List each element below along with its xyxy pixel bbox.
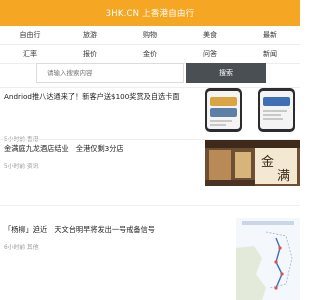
search-bar: 搜索 [0, 60, 300, 86]
article-title[interactable]: Andriod推八达通来了！新客户送$100奖赏及自选卡面 [4, 92, 180, 102]
divider [0, 205, 300, 206]
nav-item-food[interactable]: 美食 [180, 26, 240, 44]
article-item[interactable]: Andriod推八达通来了！新客户送$100奖赏及自选卡面 5小时前 香港 [0, 88, 300, 143]
search-input[interactable] [36, 63, 184, 83]
nav-row-1: 自由行 旅游 购物 美食 最新 [0, 26, 300, 45]
svg-text:满: 满 [277, 169, 290, 184]
article-image-hotel[interactable]: 金 满 [205, 140, 300, 186]
typhoon-track-map-image [236, 218, 300, 300]
article-title[interactable]: 「杨柳」迫近 天文台明早将发出一号戒备信号 [4, 225, 155, 235]
nav-item-free-travel[interactable]: 自由行 [0, 26, 60, 44]
category-nav: 自由行 旅游 购物 美食 最新 汇率 报价 金价 问答 新闻 [0, 26, 300, 64]
header-bar: 3HK.CN 上香港自由行 [0, 0, 300, 26]
article-meta: 6小时前 其他 [4, 245, 39, 251]
hotel-interior-image: 金 满 [205, 140, 300, 186]
nav-item-tourism[interactable]: 旅游 [60, 26, 120, 44]
article-image-typhoon-map[interactable] [236, 218, 300, 300]
nav-item-shopping[interactable]: 购物 [120, 26, 180, 44]
article-meta: 5小时前 资讯 [4, 164, 39, 170]
site-title[interactable]: 3HK.CN 上香港自由行 [106, 7, 195, 19]
svg-text:金: 金 [261, 154, 274, 170]
search-button[interactable]: 搜索 [186, 63, 266, 83]
article-title[interactable]: 金满庭九龙酒店结业 全港仅剩3分店 [4, 144, 124, 154]
nav-item-latest[interactable]: 最新 [240, 26, 300, 44]
